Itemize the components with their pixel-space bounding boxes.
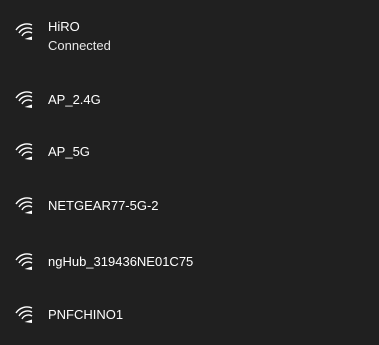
network-ssid: ngHub_319436NE01C75	[48, 254, 194, 269]
network-ssid: HiRO	[48, 19, 80, 34]
network-ssid: AP_5G	[48, 144, 90, 159]
network-ssid: AP_2.4G	[48, 92, 101, 107]
wifi-signal-icon	[14, 23, 34, 41]
network-item-netgear77-5g-2[interactable]: NETGEAR77-5G-2	[0, 180, 379, 232]
wifi-signal-icon	[14, 306, 34, 324]
network-status: Connected	[48, 38, 111, 53]
network-item-ap-5g[interactable]: AP_5G	[0, 126, 379, 178]
wifi-network-list: HiRO Connected AP_2.4G AP_5G NETGEAR77-5…	[0, 0, 379, 345]
network-ssid: PNFCHINO1	[48, 307, 124, 322]
network-ssid: NETGEAR77-5G-2	[48, 198, 159, 213]
network-item-ap-2-4g[interactable]: AP_2.4G	[0, 74, 379, 126]
wifi-signal-icon	[14, 143, 34, 161]
network-item-nghub[interactable]: ngHub_319436NE01C75	[0, 236, 379, 288]
wifi-signal-icon	[14, 91, 34, 109]
wifi-signal-icon	[14, 197, 34, 215]
wifi-signal-icon	[14, 253, 34, 271]
network-item-pnfchino1[interactable]: PNFCHINO1	[0, 291, 379, 343]
network-item-hiro[interactable]: HiRO Connected	[0, 12, 379, 64]
